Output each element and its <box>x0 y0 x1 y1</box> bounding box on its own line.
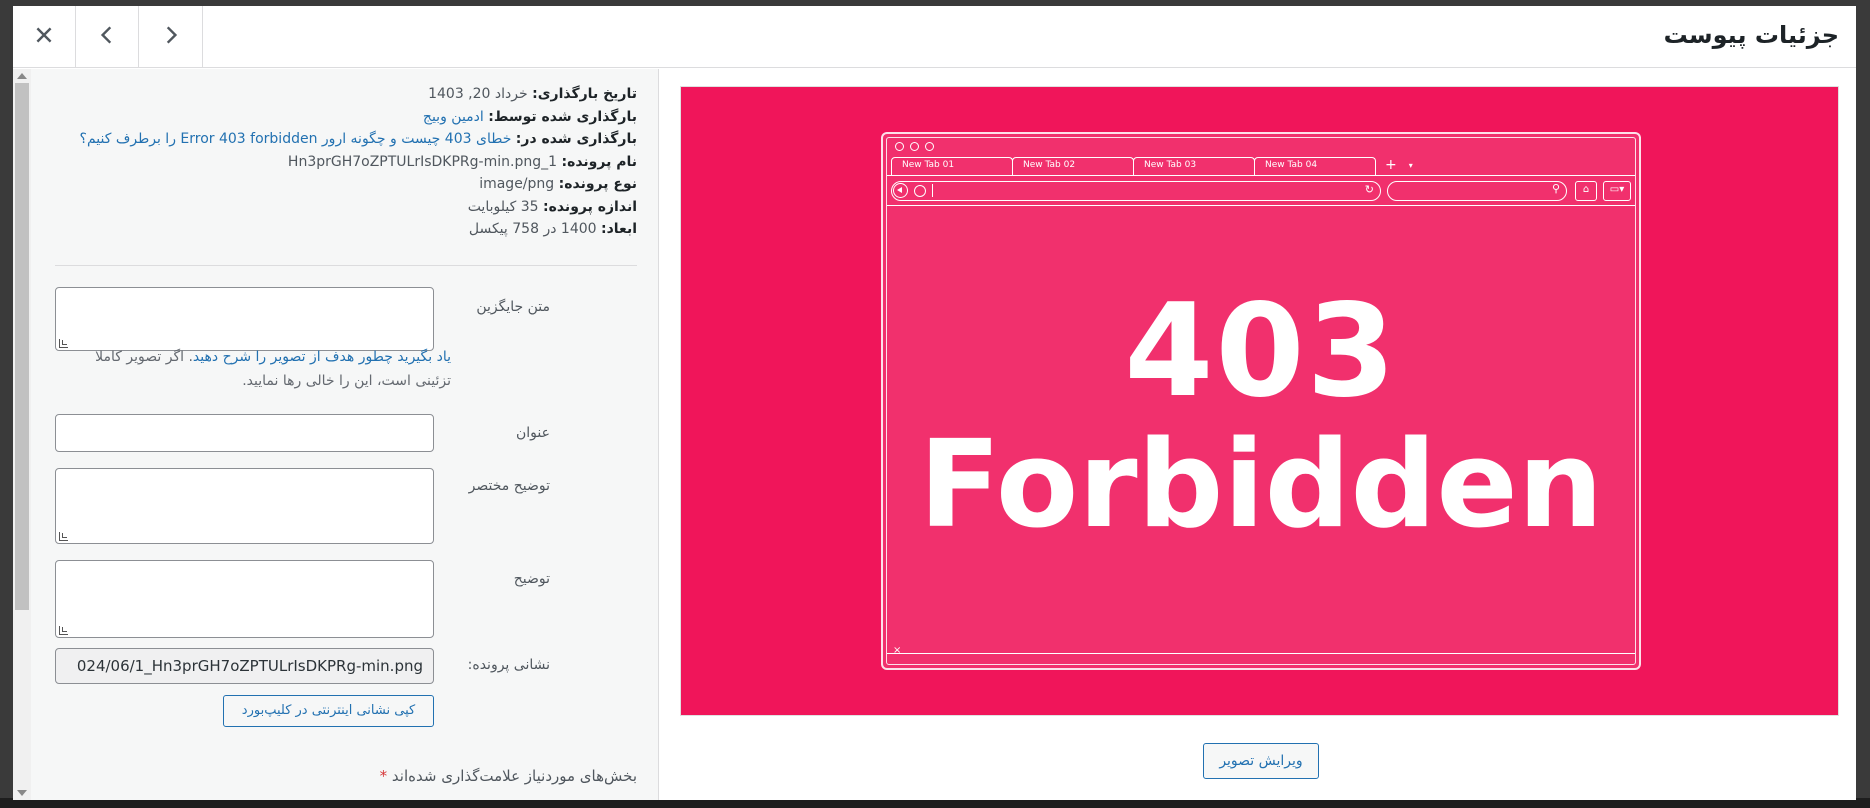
browser-tabs: New Tab 01 New Tab 02 New Tab 03 New Tab… <box>891 157 1413 175</box>
error-code-text: 403 <box>1124 277 1398 426</box>
resize-handle-icon[interactable] <box>59 626 68 635</box>
browser-illustration: New Tab 01 New Tab 02 New Tab 03 New Tab… <box>881 132 1641 670</box>
new-tab-icon: + <box>1385 157 1397 173</box>
tab-dropdown-icon: ▾ <box>1408 161 1413 170</box>
tab-divider <box>887 175 1635 176</box>
chevron-right-icon <box>160 24 182 50</box>
required-fields-note: بخش‌های موردنیاز علامت‌گذاری شده‌اند * <box>379 767 637 785</box>
modal-header: جزئیات پیوست <box>13 6 1856 68</box>
title-label: عنوان <box>516 425 550 441</box>
alt-text-help: یاد بگیرید چطور هدف از تصویر را شرح دهید… <box>95 349 451 389</box>
file-type: نوع پرونده: image/png <box>479 176 637 192</box>
home-icon: ⌂ <box>1575 181 1597 201</box>
address-bar-illustration: ↻ <box>891 181 1381 201</box>
description-field[interactable] <box>55 560 434 638</box>
browser-frame: New Tab 01 New Tab 02 New Tab 03 New Tab… <box>886 137 1636 665</box>
media-preview-area: New Tab 01 New Tab 02 New Tab 03 New Tab… <box>658 69 1856 800</box>
scroll-down-icon[interactable] <box>17 790 27 796</box>
details-divider <box>55 265 637 266</box>
resize-handle-icon[interactable] <box>59 339 68 348</box>
file-url-field[interactable]: 024/06/1_Hn3prGH7oZPTULrIsDKPRg-min.png <box>55 648 434 684</box>
panel-icon: ▭▾ <box>1603 181 1631 201</box>
uploaded-to: بارگذاری شده در: خطای 403 چیست و چگونه ا… <box>79 131 637 147</box>
copy-url-button[interactable]: کپی نشانی اینترنتی در کلیپ‌بورد <box>223 695 434 727</box>
title-field[interactable] <box>55 414 434 452</box>
reload-icon: ↻ <box>1364 183 1374 196</box>
browser-tab: New Tab 02 <box>1012 157 1134 175</box>
browser-tab: New Tab 01 <box>891 157 1013 175</box>
error-message-text: Forbidden <box>918 416 1604 555</box>
status-divider: × <box>887 645 1635 656</box>
caption-field[interactable] <box>55 468 434 544</box>
close-button[interactable] <box>13 6 76 68</box>
dimensions: ابعاد: 1400 در 758 پیکسل <box>468 221 637 237</box>
close-icon <box>33 24 55 50</box>
alt-text-field[interactable] <box>55 287 434 351</box>
toolbar-divider <box>887 205 1635 206</box>
description-label: توضیح <box>513 571 550 587</box>
uploaded-to-link[interactable]: خطای 403 چیست و چگونه ارور Error 403 for… <box>80 131 512 147</box>
scrollbar-thumb[interactable] <box>15 83 29 610</box>
caption-label: توضیح مختصر <box>468 478 550 494</box>
file-size: اندازه پرونده: 35 کیلوبایت <box>467 198 637 215</box>
attachment-image: New Tab 01 New Tab 02 New Tab 03 New Tab… <box>680 86 1839 716</box>
uploaded-on: تاریخ بارگذاری: خرداد 20, 1403 <box>428 86 637 102</box>
search-icon: ⚲ <box>1551 182 1560 195</box>
chevron-left-icon <box>96 24 118 50</box>
status-close-icon: × <box>893 645 902 656</box>
scroll-up-icon[interactable] <box>17 73 27 79</box>
search-box-illustration: ⚲ <box>1387 181 1567 201</box>
next-button[interactable] <box>139 6 203 68</box>
site-icon <box>914 185 926 197</box>
file-details: تاریخ بارگذاری: خرداد 20, 1403 بارگذاری … <box>47 83 637 241</box>
uploaded-by-link[interactable]: ادمین وبیج <box>423 109 484 125</box>
uploaded-by: بارگذاری شده توسط: ادمین وبیج <box>422 108 637 125</box>
modal-title: جزئیات پیوست <box>1663 21 1839 49</box>
previous-button[interactable] <box>76 6 139 68</box>
resize-handle-icon[interactable] <box>59 532 68 541</box>
title-input[interactable] <box>56 415 433 451</box>
window-dots <box>895 142 934 151</box>
alt-text-input[interactable] <box>56 288 433 350</box>
edit-image-button[interactable]: ویرایش تصویر <box>1203 743 1319 779</box>
alt-text-label: متن جایگزین <box>476 299 550 315</box>
attachment-details-modal: جزئیات پیوست New Tab 01 New Tab 02 New T… <box>13 6 1856 800</box>
attachment-info-sidebar: تاریخ بارگذاری: خرداد 20, 1403 بارگذاری … <box>13 69 658 800</box>
caption-input[interactable] <box>56 469 433 543</box>
sidebar-scrollbar[interactable] <box>13 69 31 800</box>
browser-tab: New Tab 03 <box>1133 157 1255 175</box>
alt-text-help-link[interactable]: یاد بگیرید چطور هدف از تصویر را شرح دهید <box>193 349 451 365</box>
description-input[interactable] <box>56 561 433 637</box>
file-url-label: نشانی پرونده: <box>467 657 550 673</box>
required-star: * <box>379 767 388 785</box>
back-icon <box>893 183 908 198</box>
file-name: نام پرونده: Hn3prGH7oZPTULrIsDKPRg-min.p… <box>287 153 637 170</box>
browser-tab: New Tab 04 <box>1254 157 1376 175</box>
